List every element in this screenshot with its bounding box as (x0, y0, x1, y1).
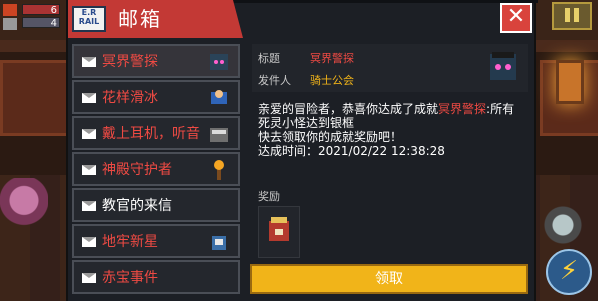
reward-item[interactable] (258, 206, 300, 258)
lamp-icon (556, 60, 584, 104)
mailbox-panel: E.R RAIL 邮箱 ✕ 冥界警探 花样滑冰 戴上耳机，听音 神殿守护者 教官… (66, 0, 538, 301)
mail-icon: E.R RAIL (72, 6, 106, 32)
envelope-icon (82, 165, 96, 175)
hp-bar: 6 (22, 4, 60, 16)
shield-icon (3, 18, 17, 30)
envelope-icon (82, 273, 96, 283)
pause-button[interactable] (552, 2, 592, 30)
mail-list: 冥界警探 花样滑冰 戴上耳机，听音 神殿守护者 教官的来信 地牢新星 赤宝事件 (72, 44, 244, 301)
mail-item-0[interactable]: 冥界警探 (72, 44, 240, 78)
close-icon: ✕ (506, 4, 526, 29)
achievement-time: 2021/02/22 12:38:28 (318, 144, 445, 158)
mail-detail: 标题 冥界警探 发件人 骑士公会 亲爱的冒险者，恭喜你达成了成就冥界警探:所有死… (252, 44, 528, 259)
skater-icon (211, 90, 227, 104)
mail-title-value: 冥界警探 (310, 52, 354, 65)
mail-body: 亲爱的冒险者，恭喜你达成了成就冥界警探:所有死灵小怪达到银框 快去领取你的成就奖… (258, 102, 515, 158)
headphones-icon (210, 128, 228, 142)
close-button[interactable]: ✕ (500, 3, 532, 33)
mail-sender-value: 骑士公会 (310, 74, 354, 87)
mailbox-header: E.R RAIL 邮箱 (68, 0, 243, 38)
left-shelf (0, 60, 76, 136)
mail-meta: 标题 冥界警探 发件人 骑士公会 (252, 44, 528, 92)
mail-item-2[interactable]: 戴上耳机，听音 (72, 116, 240, 150)
ghost-detective-icon (490, 52, 516, 80)
mail-item-1[interactable]: 花样滑冰 (72, 80, 240, 114)
lightning-icon: ⚡ (559, 256, 579, 286)
mail-item-4[interactable]: 教官的来信 (72, 188, 240, 222)
skill-button[interactable]: ⚡ (546, 249, 592, 295)
mail-item-3[interactable]: 神殿守护者 (72, 152, 240, 186)
npc-character-left (0, 178, 48, 234)
reward-label: 奖励 (258, 190, 280, 203)
mail-item-5[interactable]: 地牢新星 (72, 224, 240, 258)
ghost-detective-icon (210, 54, 228, 70)
claim-button[interactable]: 领取 (250, 264, 528, 294)
mailbox-title: 邮箱 (118, 7, 162, 31)
npc-character-right (538, 195, 588, 255)
envelope-icon (82, 237, 96, 247)
envelope-icon (82, 129, 96, 139)
hud-stats: 6 4 (0, 0, 62, 36)
torch-icon (214, 160, 224, 180)
star-character-icon (212, 236, 226, 250)
envelope-icon (82, 93, 96, 103)
pause-icon (565, 8, 570, 22)
envelope-icon (82, 57, 96, 67)
envelope-icon (82, 201, 96, 211)
armor-bar: 4 (22, 17, 60, 29)
reward-chest-icon (269, 217, 289, 241)
mail-item-6[interactable]: 赤宝事件 (72, 260, 240, 294)
heart-icon (3, 4, 17, 16)
